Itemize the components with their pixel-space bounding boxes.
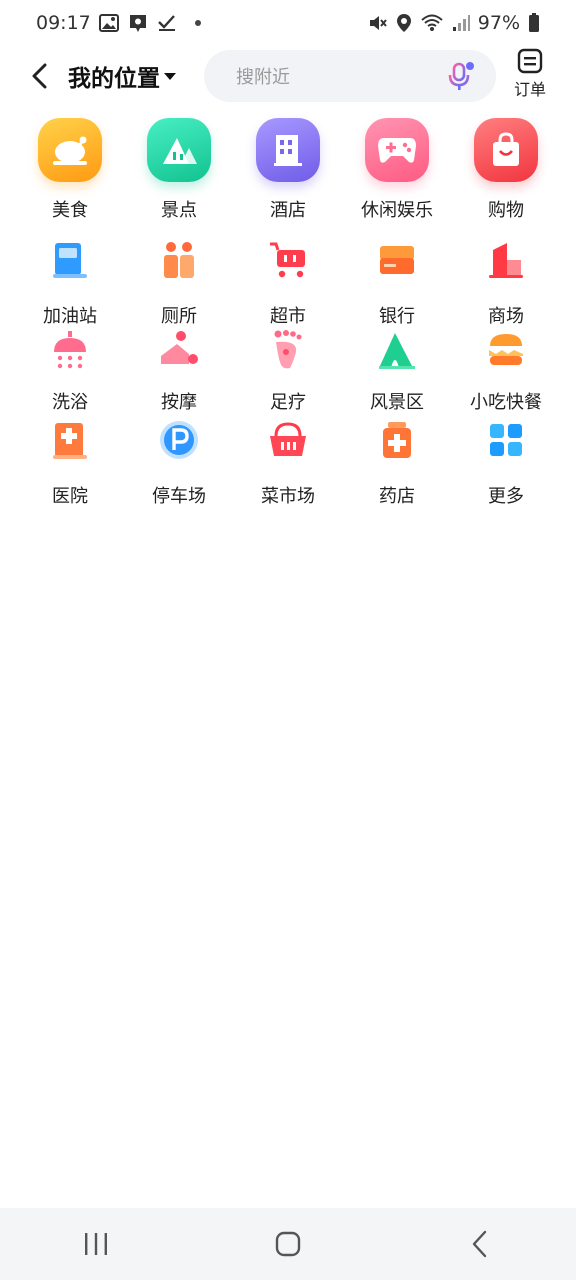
category-label: 菜市场 <box>261 486 315 507</box>
order-label: 订单 <box>513 80 546 99</box>
category-scenic[interactable]: 景点 <box>124 118 234 222</box>
category-supermarket[interactable]: 超市 <box>233 240 343 328</box>
category-label: 酒店 <box>270 200 306 221</box>
category-foot-therapy[interactable]: 足疗 <box>233 330 343 414</box>
massage-icon <box>159 330 199 370</box>
back-nav-icon <box>472 1230 487 1258</box>
food-icon <box>38 118 102 182</box>
caret-down-icon <box>164 72 176 80</box>
category-row: 洗浴 按摩 足疗 风景区 小吃快餐 <box>0 330 576 420</box>
order-list-icon <box>517 48 543 74</box>
burger-icon <box>486 330 526 370</box>
category-label: 更多 <box>488 486 524 507</box>
category-gas-station[interactable]: 加油站 <box>15 240 125 328</box>
back-button[interactable] <box>18 54 62 98</box>
category-massage[interactable]: 按摩 <box>124 330 234 414</box>
shower-icon <box>50 330 90 370</box>
hospital-icon <box>50 420 90 460</box>
category-label: 洗浴 <box>52 392 88 413</box>
category-label: 停车场 <box>152 486 206 507</box>
category-more[interactable]: 更多 <box>451 420 561 508</box>
order-button[interactable]: 订单 <box>508 48 552 104</box>
category-mall[interactable]: 商场 <box>451 240 561 328</box>
recent-apps-button[interactable] <box>66 1219 126 1269</box>
battery-percent: 97% <box>477 12 520 34</box>
category-toilet[interactable]: 厕所 <box>124 240 234 328</box>
status-bar: 09:17 97% <box>0 0 576 46</box>
category-entertainment[interactable]: 休闲娱乐 <box>342 118 452 222</box>
mall-icon <box>486 240 526 280</box>
header-bar: 我的位置 搜附近 订单 <box>0 46 576 106</box>
category-shopping[interactable]: 购物 <box>451 118 561 222</box>
location-app-icon <box>127 12 149 34</box>
pharmacy-icon <box>377 420 417 460</box>
home-button[interactable] <box>258 1219 318 1269</box>
microphone-icon[interactable] <box>444 60 476 92</box>
home-icon <box>275 1231 301 1257</box>
category-label: 小吃快餐 <box>470 392 542 413</box>
notification-dot-icon <box>194 20 201 26</box>
status-time: 09:17 <box>36 12 91 34</box>
mute-icon <box>368 13 388 33</box>
category-label: 景点 <box>161 200 197 221</box>
scenic-icon <box>147 118 211 182</box>
category-hotel[interactable]: 酒店 <box>233 118 343 222</box>
toilet-icon <box>159 240 199 280</box>
game-icon <box>365 118 429 182</box>
gas-station-icon <box>50 240 90 280</box>
category-pharmacy[interactable]: 药店 <box>342 420 452 508</box>
category-label: 按摩 <box>161 392 197 413</box>
system-navigation-bar <box>0 1208 576 1280</box>
category-label: 商场 <box>488 306 524 327</box>
category-label: 厕所 <box>161 306 197 327</box>
hotel-icon <box>256 118 320 182</box>
category-snack[interactable]: 小吃快餐 <box>451 330 561 414</box>
category-hospital[interactable]: 医院 <box>15 420 125 508</box>
category-row: 加油站 厕所 超市 银行 商场 <box>0 240 576 330</box>
category-label: 加油站 <box>43 306 97 327</box>
category-market[interactable]: 菜市场 <box>233 420 343 508</box>
category-label: 风景区 <box>370 392 424 413</box>
category-label: 休闲娱乐 <box>361 200 433 221</box>
check-icon <box>157 14 177 32</box>
category-label: 足疗 <box>270 392 306 413</box>
category-label: 美食 <box>52 200 88 221</box>
back-nav-button[interactable] <box>450 1219 510 1269</box>
wifi-icon <box>420 13 444 33</box>
basket-icon <box>268 420 308 460</box>
more-grid-icon <box>486 420 526 460</box>
supermarket-cart-icon <box>268 240 308 280</box>
foot-icon <box>268 330 308 370</box>
category-label: 银行 <box>379 306 415 327</box>
signal-icon <box>452 14 470 32</box>
gps-icon <box>396 13 412 33</box>
search-input[interactable]: 搜附近 <box>204 50 496 102</box>
search-placeholder: 搜附近 <box>236 67 290 88</box>
category-label: 医院 <box>52 486 88 507</box>
category-label: 购物 <box>488 200 524 221</box>
battery-icon <box>528 13 540 33</box>
top-category-row: 美食 景点 酒店 休闲娱乐 购物 <box>0 118 576 228</box>
mountain-icon <box>377 330 417 370</box>
category-bath[interactable]: 洗浴 <box>15 330 125 414</box>
category-label: 超市 <box>270 306 306 327</box>
parking-icon <box>159 420 199 460</box>
recent-apps-icon <box>85 1233 107 1255</box>
bank-card-icon <box>377 240 417 280</box>
category-parking[interactable]: 停车场 <box>124 420 234 508</box>
shopping-bag-icon <box>474 118 538 182</box>
location-label: 我的位置 <box>68 66 160 92</box>
gallery-icon <box>98 14 119 32</box>
category-label: 药店 <box>379 486 415 507</box>
location-selector[interactable]: 我的位置 <box>68 54 176 98</box>
category-scenic-area[interactable]: 风景区 <box>342 330 452 414</box>
back-arrow-icon <box>32 63 47 89</box>
category-food[interactable]: 美食 <box>15 118 125 222</box>
category-row: 医院 停车场 菜市场 药店 更多 <box>0 420 576 510</box>
category-bank[interactable]: 银行 <box>342 240 452 328</box>
